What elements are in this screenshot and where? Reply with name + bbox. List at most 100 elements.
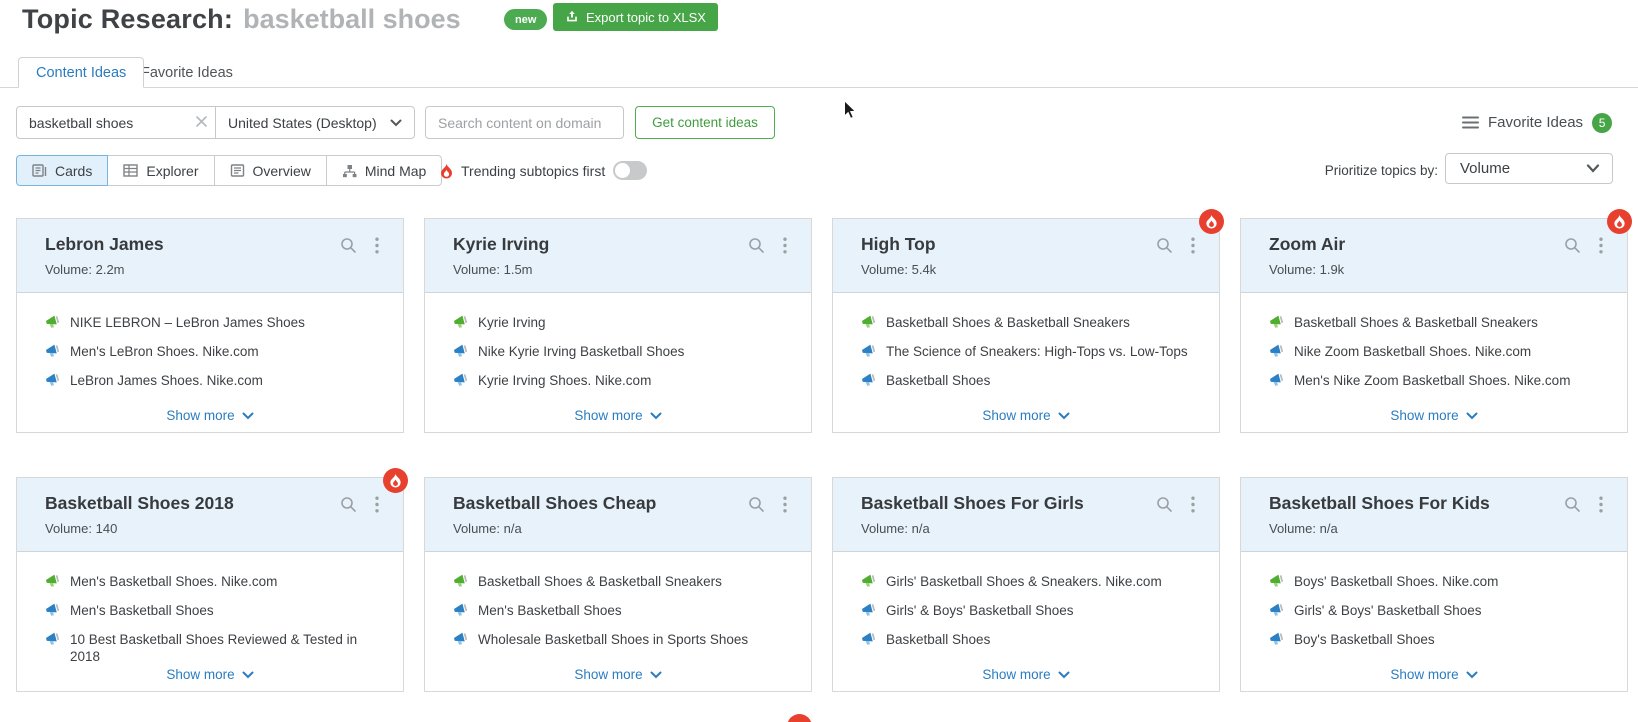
headline-item[interactable]: NIKE LEBRON – LeBron James Shoes bbox=[45, 314, 375, 331]
show-more-link[interactable]: Show more bbox=[833, 408, 1219, 423]
search-icon[interactable] bbox=[748, 496, 765, 513]
view-mindmap-button[interactable]: Mind Map bbox=[326, 155, 442, 186]
headline-item[interactable]: Kyrie Irving Shoes. Nike.com bbox=[453, 372, 783, 389]
megaphone-icon bbox=[45, 314, 61, 330]
show-more-link[interactable]: Show more bbox=[425, 667, 811, 682]
headline-item[interactable]: Men's Basketball Shoes bbox=[453, 602, 783, 619]
cards-icon bbox=[32, 164, 47, 177]
search-icon[interactable] bbox=[340, 237, 357, 254]
headline-item[interactable]: Boys' Basketball Shoes. Nike.com bbox=[1269, 573, 1599, 590]
card-body: Basketball Shoes & Basketball Sneakers M… bbox=[425, 552, 811, 648]
volume-label: Volume: bbox=[1269, 521, 1316, 536]
headline-item[interactable]: Basketball Shoes bbox=[861, 631, 1191, 648]
volume-label: Volume: bbox=[1269, 262, 1316, 277]
card-body: Men's Basketball Shoes. Nike.com Men's B… bbox=[17, 552, 403, 665]
headline-item[interactable]: Boy's Basketball Shoes bbox=[1269, 631, 1599, 648]
kebab-menu-icon[interactable] bbox=[783, 496, 787, 513]
search-icon[interactable] bbox=[1156, 237, 1173, 254]
export-xlsx-button[interactable]: Export topic to XLSX bbox=[553, 3, 718, 31]
kebab-menu-icon[interactable] bbox=[783, 237, 787, 254]
search-icon[interactable] bbox=[1564, 496, 1581, 513]
tab-bar: Content Ideas Favorite Ideas bbox=[0, 57, 1638, 88]
show-more-link[interactable]: Show more bbox=[1241, 667, 1627, 682]
search-icon[interactable] bbox=[1564, 237, 1581, 254]
headline-item[interactable]: Basketball Shoes & Basketball Sneakers bbox=[861, 314, 1191, 331]
kebab-menu-icon[interactable] bbox=[1191, 496, 1195, 513]
keyword-input[interactable] bbox=[16, 106, 216, 139]
volume-value: 2.2m bbox=[96, 262, 125, 277]
search-icon[interactable] bbox=[340, 496, 357, 513]
headline-item[interactable]: Wholesale Basketball Shoes in Sports Sho… bbox=[453, 631, 783, 648]
headline-item[interactable]: The Science of Sneakers: High-Tops vs. L… bbox=[861, 343, 1191, 360]
megaphone-icon bbox=[861, 314, 877, 330]
kebab-menu-icon[interactable] bbox=[375, 496, 379, 513]
card-header: Basketball Shoes For Girls Volume: n/a bbox=[833, 478, 1219, 552]
card-body: Basketball Shoes & Basketball Sneakers N… bbox=[1241, 293, 1627, 389]
topic-card: Basketball Shoes For Kids Volume: n/a bbox=[1240, 477, 1628, 692]
view-explorer-button[interactable]: Explorer bbox=[107, 155, 214, 186]
clear-keyword-icon[interactable] bbox=[196, 116, 207, 127]
prioritize-select[interactable]: Volume bbox=[1445, 153, 1613, 184]
show-more-link[interactable]: Show more bbox=[1241, 408, 1627, 423]
megaphone-icon bbox=[1269, 343, 1285, 359]
view-cards-button[interactable]: Cards bbox=[16, 155, 108, 186]
view-overview-button[interactable]: Overview bbox=[214, 155, 327, 186]
search-icon[interactable] bbox=[1156, 496, 1173, 513]
card-header: Zoom Air Volume: 1.9k bbox=[1241, 219, 1627, 293]
search-icon[interactable] bbox=[748, 237, 765, 254]
mouse-cursor bbox=[843, 100, 857, 125]
volume-label: Volume: bbox=[45, 521, 92, 536]
chevron-down-icon bbox=[1586, 164, 1600, 173]
volume-label: Volume: bbox=[453, 521, 500, 536]
card-header: High Top Volume: 5.4k bbox=[833, 219, 1219, 293]
headline-item[interactable]: LeBron James Shoes. Nike.com bbox=[45, 372, 375, 389]
headline-item[interactable]: Girls' & Boys' Basketball Shoes bbox=[1269, 602, 1599, 619]
favorite-ideas-link[interactable]: Favorite Ideas 5 bbox=[1462, 106, 1612, 139]
headline-item[interactable]: Girls' & Boys' Basketball Shoes bbox=[861, 602, 1191, 619]
megaphone-icon bbox=[453, 573, 469, 589]
show-more-link[interactable]: Show more bbox=[425, 408, 811, 423]
card-body: Basketball Shoes & Basketball Sneakers T… bbox=[833, 293, 1219, 389]
kebab-menu-icon[interactable] bbox=[1599, 496, 1603, 513]
headline-item[interactable]: Girls' Basketball Shoes & Sneakers. Nike… bbox=[861, 573, 1191, 590]
trending-subtopics-label: Trending subtopics first bbox=[461, 163, 605, 179]
headline-item[interactable]: 10 Best Basketball Shoes Reviewed & Test… bbox=[45, 631, 375, 665]
megaphone-icon bbox=[861, 573, 877, 589]
kebab-menu-icon[interactable] bbox=[1191, 237, 1195, 254]
headline-item[interactable]: Basketball Shoes & Basketball Sneakers bbox=[1269, 314, 1599, 331]
show-more-link[interactable]: Show more bbox=[833, 667, 1219, 682]
headline-item[interactable]: Men's LeBron Shoes. Nike.com bbox=[45, 343, 375, 360]
headline-item[interactable]: Men's Basketball Shoes bbox=[45, 602, 375, 619]
headline-item[interactable]: Men's Nike Zoom Basketball Shoes. Nike.c… bbox=[1269, 372, 1599, 389]
chevron-down-icon bbox=[390, 119, 402, 127]
kebab-menu-icon[interactable] bbox=[375, 237, 379, 254]
get-content-ideas-button[interactable]: Get content ideas bbox=[635, 106, 775, 139]
prioritize-label: Prioritize topics by: bbox=[1284, 155, 1438, 186]
trending-toggle[interactable] bbox=[613, 161, 647, 180]
show-more-link[interactable]: Show more bbox=[17, 667, 403, 682]
headline-item[interactable]: Basketball Shoes & Basketball Sneakers bbox=[453, 573, 783, 590]
headline-item[interactable]: Basketball Shoes bbox=[861, 372, 1191, 389]
megaphone-icon bbox=[453, 372, 469, 388]
headline-item[interactable]: Kyrie Irving bbox=[453, 314, 783, 331]
trending-fire-badge-partial bbox=[787, 714, 812, 722]
volume-value: 1.5m bbox=[504, 262, 533, 277]
card-header: Basketball Shoes For Kids Volume: n/a bbox=[1241, 478, 1627, 552]
kebab-menu-icon[interactable] bbox=[1599, 237, 1603, 254]
megaphone-icon bbox=[1269, 314, 1285, 330]
megaphone-icon bbox=[861, 372, 877, 388]
megaphone-icon bbox=[45, 631, 61, 647]
domain-search-input[interactable] bbox=[425, 106, 624, 139]
headline-item[interactable]: Nike Kyrie Irving Basketball Shoes bbox=[453, 343, 783, 360]
card-volume: Volume: 5.4k bbox=[861, 262, 1191, 277]
search-row: United States (Desktop) Get content idea… bbox=[0, 106, 1638, 139]
region-select[interactable]: United States (Desktop) bbox=[215, 106, 415, 139]
list-icon bbox=[1462, 116, 1479, 129]
headline-item[interactable]: Men's Basketball Shoes. Nike.com bbox=[45, 573, 375, 590]
volume-label: Volume: bbox=[861, 262, 908, 277]
tab-content-ideas[interactable]: Content Ideas bbox=[18, 57, 144, 88]
headline-item[interactable]: Nike Zoom Basketball Shoes. Nike.com bbox=[1269, 343, 1599, 360]
megaphone-icon bbox=[45, 602, 61, 618]
show-more-link[interactable]: Show more bbox=[17, 408, 403, 423]
topic-card: Lebron James Volume: 2.2m NIKE LE bbox=[16, 218, 404, 433]
